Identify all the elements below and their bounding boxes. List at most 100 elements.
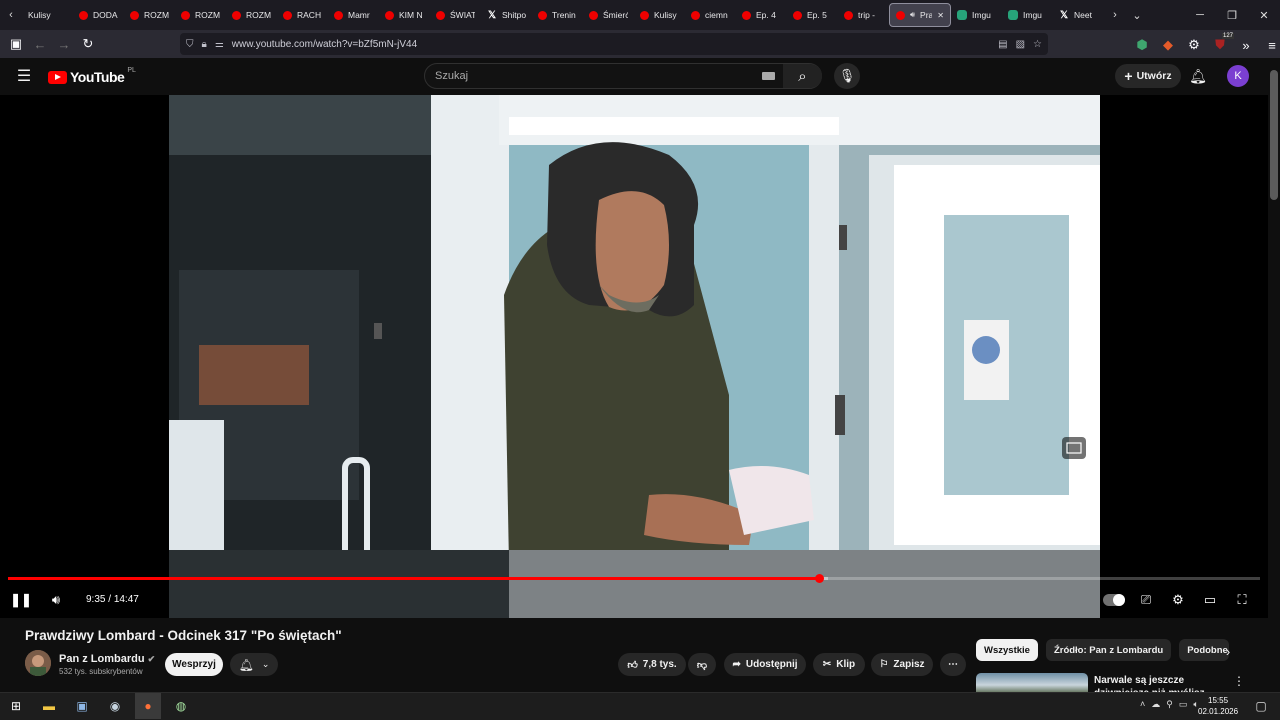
theater-mode-button[interactable]: ▭	[1198, 588, 1222, 612]
tray-overflow-icon[interactable]: ˄	[1140, 699, 1145, 710]
browser-tab[interactable]: KIM N	[379, 3, 430, 27]
search-box[interactable]: Szukaj ⌕	[424, 63, 822, 89]
dislike-button[interactable]: 👎︎	[688, 653, 716, 676]
settings-button[interactable]: ⚙	[1166, 588, 1190, 612]
account-avatar[interactable]: K	[1227, 65, 1249, 87]
restore-icon[interactable]: ❐	[1216, 0, 1248, 30]
search-button[interactable]: ⌕	[783, 64, 822, 88]
shield-icon[interactable]: ⛉	[186, 39, 194, 50]
browser-tab[interactable]: DODA	[73, 3, 124, 27]
filter-chip[interactable]: Źródło: Pan z Lombardu	[1045, 639, 1172, 661]
keyboard-icon[interactable]	[762, 72, 775, 80]
reader-view-icon[interactable]: ▤	[998, 39, 1007, 50]
subtitles-button[interactable]: ⎚	[1134, 588, 1158, 612]
browser-tab[interactable]: Kulisy	[634, 3, 685, 27]
like-button[interactable]: 👍︎ 7,8 tys.	[618, 653, 686, 676]
app-menu-icon[interactable]: ≡	[1260, 33, 1280, 57]
back-icon[interactable]: ←	[28, 32, 52, 56]
taskbar-clock[interactable]: 15:55 02.01.2026	[1198, 695, 1238, 717]
browser-tab[interactable]: ROZM	[124, 3, 175, 27]
support-button[interactable]: Wesprzyj	[165, 653, 223, 676]
permissions-icon[interactable]: ⚌	[215, 39, 224, 50]
autoplay-toggle[interactable]	[1103, 594, 1125, 606]
url-bar[interactable]: ⛉ 🔒︎ ⚌ www.youtube.com/watch?v=bZf5mN-jV…	[180, 33, 1048, 55]
chips-next-icon[interactable]: ›	[1218, 641, 1238, 661]
browser-tab[interactable]: Ep. 4	[736, 3, 787, 27]
monitor-app-icon[interactable]: ▣	[69, 693, 95, 719]
browser-tab[interactable]: 🔊︎ Pra ✕	[889, 3, 951, 27]
browser-tab[interactable]: ŚWIAT	[430, 3, 481, 27]
progress-played[interactable]	[8, 577, 820, 580]
browser-tab[interactable]: Śmierć	[583, 3, 634, 27]
browser-tab[interactable]: Imgu	[1002, 3, 1053, 27]
forward-icon[interactable]: →	[52, 32, 76, 56]
browser-tab[interactable]: Imgu	[951, 3, 1002, 27]
browser-tab[interactable]: ROZM	[226, 3, 277, 27]
browser-tab[interactable]: ciemn	[685, 3, 736, 27]
browser-tab[interactable]: ROZM	[175, 3, 226, 27]
bookmark-star-icon[interactable]: ☆	[1033, 39, 1042, 50]
tray-cloud-icon[interactable]: ☁	[1151, 699, 1160, 710]
channel-name-text[interactable]: Pan z Lombardu	[59, 653, 145, 665]
suggestion-thumbnail[interactable]	[976, 673, 1088, 693]
mute-button[interactable]: 🔊︎	[44, 588, 68, 612]
close-window-icon[interactable]: ✕	[1248, 0, 1280, 30]
ublock-icon[interactable]: ⛊ 127	[1208, 33, 1234, 57]
file-explorer-icon[interactable]: ▬	[36, 693, 62, 719]
browser-tab[interactable]: trip -	[838, 3, 889, 27]
reload-icon[interactable]: ↻	[76, 32, 100, 56]
tab-scroll-left-icon[interactable]: ‹	[0, 3, 22, 27]
notifications-center-icon[interactable]: ▢	[1248, 693, 1274, 719]
pause-button[interactable]: ❚❚	[9, 588, 33, 612]
browser-tab[interactable]: RACH	[277, 3, 328, 27]
extension-shield-icon[interactable]: ⬢	[1130, 33, 1154, 57]
tab-label: ROZM	[144, 10, 169, 20]
overflow-chevrons-icon[interactable]: »	[1234, 33, 1258, 57]
sidebar-toggle-icon[interactable]: ▣	[4, 32, 28, 56]
channel-name[interactable]: Pan z Lombardu ✔︎	[59, 653, 155, 665]
channel-avatar[interactable]	[25, 650, 51, 676]
minimize-icon[interactable]: ─	[1184, 0, 1216, 30]
voice-search-button[interactable]: 🎙︎	[834, 63, 860, 89]
tab-list-dropdown-icon[interactable]: ⌄	[1126, 3, 1148, 27]
lock-icon[interactable]: 🔒︎	[202, 39, 207, 50]
clip-button[interactable]: ✂ Klip	[813, 653, 865, 676]
tray-usb-icon[interactable]: ⚲	[1166, 699, 1173, 710]
extension-fox-icon[interactable]: ◆	[1156, 33, 1180, 57]
search-input[interactable]: Szukaj	[435, 70, 468, 82]
browser-tab[interactable]: Mamr	[328, 3, 379, 27]
browser-tab[interactable]: 𝕏 Shitpo	[481, 3, 532, 27]
suggestion-menu-icon[interactable]: ⋮	[1233, 674, 1245, 688]
tab-scroll-right-icon[interactable]: ›	[1104, 3, 1126, 27]
windows-start-icon[interactable]: ⊞	[3, 693, 29, 719]
scrubber-handle[interactable]	[814, 574, 824, 583]
create-button[interactable]: + Utwórz	[1115, 64, 1181, 88]
imgur-favicon-icon	[1008, 10, 1018, 20]
extensions-puzzle-icon[interactable]: ⚙	[1182, 33, 1206, 57]
speaker-icon[interactable]: 🔊︎	[910, 10, 915, 20]
url-text[interactable]: www.youtube.com/watch?v=bZf5mN-jV44	[232, 39, 417, 50]
firefox-icon[interactable]: ●	[135, 693, 161, 719]
browser-tab[interactable]: Trenin	[532, 3, 583, 27]
suggestion-title[interactable]: Narwale są jeszcze dziwniejsze niż myśli…	[1094, 674, 1230, 692]
filter-chip[interactable]: Wszystkie	[976, 639, 1038, 661]
share-button[interactable]: ➦ Udostępnij	[724, 653, 806, 676]
more-actions-button[interactable]: ⋯	[940, 653, 966, 676]
scrollbar-thumb[interactable]	[1270, 70, 1278, 200]
steam-icon[interactable]: ◉	[102, 693, 128, 719]
browser-tab[interactable]: Kulisy	[22, 3, 73, 27]
guide-menu-icon[interactable]: ☰	[14, 66, 34, 86]
theater-icon: ▭	[1203, 592, 1217, 607]
fullscreen-button[interactable]: ⛶	[1230, 588, 1254, 612]
notifications-bell-icon[interactable]: 🔔︎	[1188, 66, 1208, 86]
screenshot-icon[interactable]: ▧	[1016, 39, 1025, 50]
browser-tab[interactable]: 𝕏 Neet	[1053, 3, 1104, 27]
youtube-logo[interactable]: YouTube PL	[48, 67, 136, 85]
app-icon[interactable]: ◍	[168, 693, 194, 719]
close-tab-icon[interactable]: ✕	[937, 11, 944, 20]
tray-network-icon[interactable]: ▭	[1179, 699, 1188, 710]
notification-settings-button[interactable]: 🔔︎ ⌄	[230, 653, 278, 676]
browser-tab[interactable]: Ep. 5	[787, 3, 838, 27]
save-button[interactable]: ⚐ Zapisz	[871, 653, 933, 676]
video-frame[interactable]	[169, 95, 1100, 618]
